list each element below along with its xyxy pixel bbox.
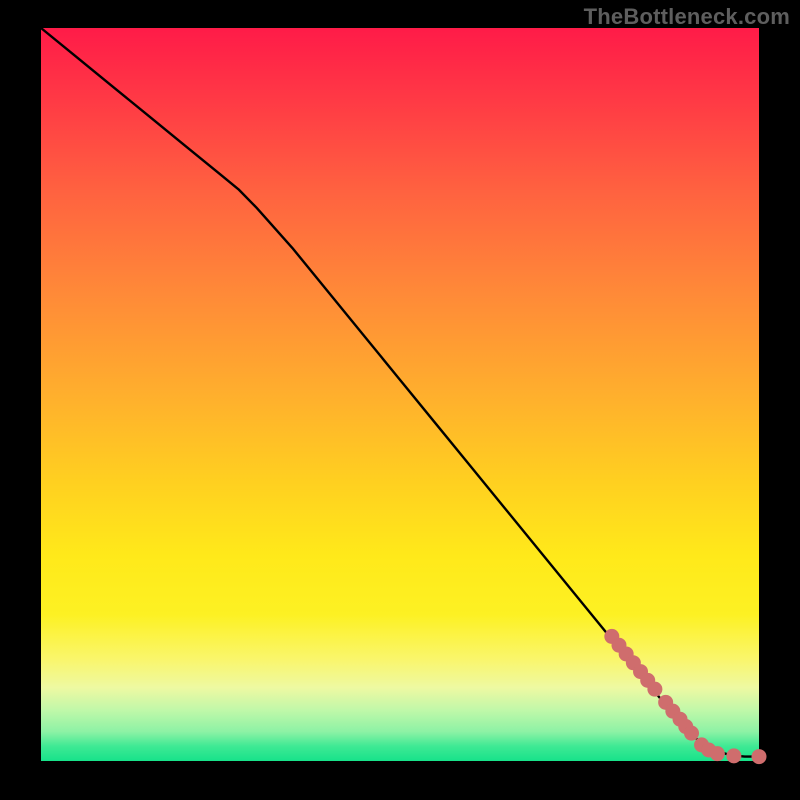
curve-layer <box>41 28 759 757</box>
data-point <box>726 748 741 763</box>
data-point <box>752 749 767 764</box>
data-point <box>684 726 699 741</box>
plot-area <box>41 28 759 761</box>
chart-frame: TheBottleneck.com <box>0 0 800 800</box>
data-point <box>647 682 662 697</box>
chart-svg <box>41 28 759 761</box>
curve-path <box>41 28 759 757</box>
points-layer <box>604 629 766 764</box>
watermark-text: TheBottleneck.com <box>584 4 790 30</box>
data-point <box>710 746 725 761</box>
